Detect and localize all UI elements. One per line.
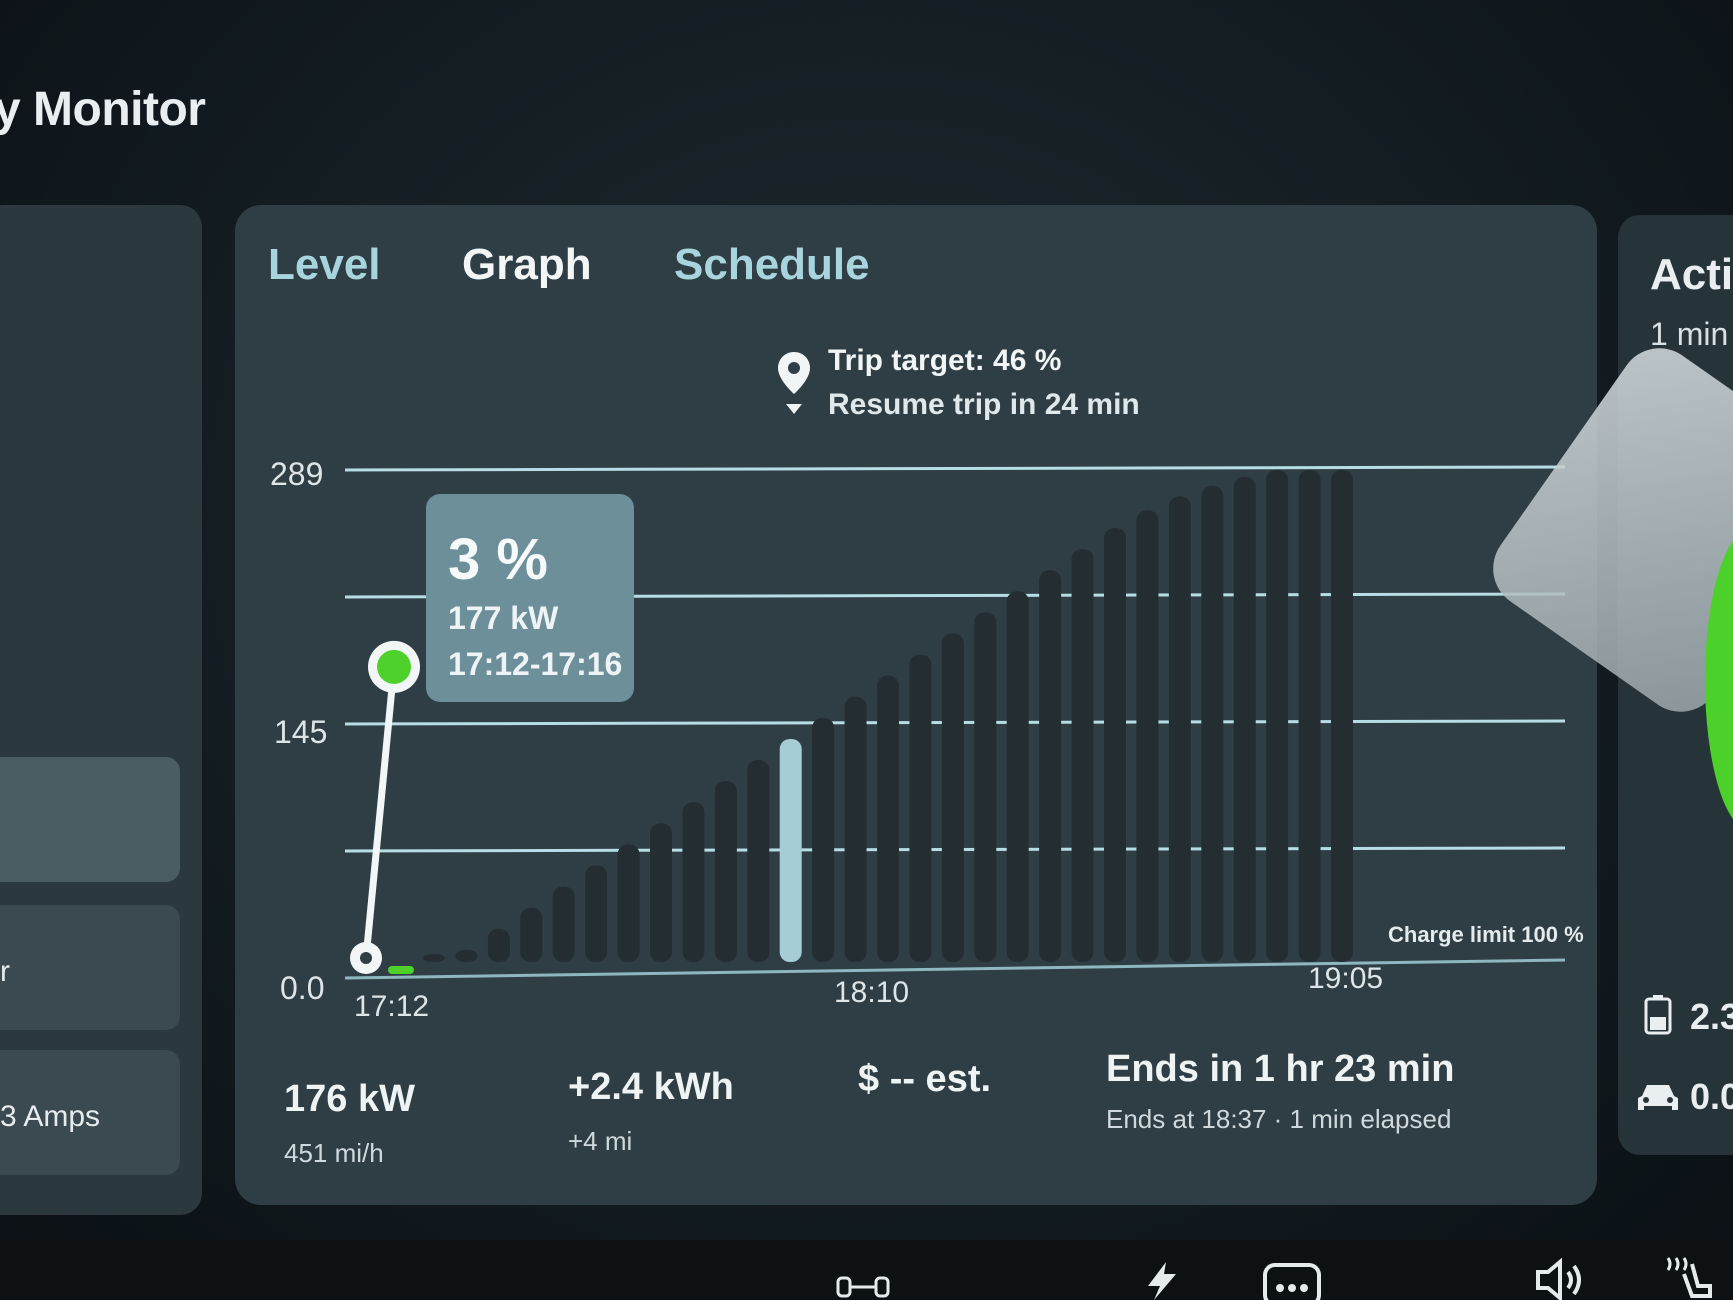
charge-bar-24 — [1201, 485, 1224, 962]
charge-bar-26 — [1266, 470, 1289, 962]
y-tick-bottom: 0.0 — [280, 970, 325, 1006]
charge-bar-28 — [1331, 470, 1353, 962]
charge-bar-10 — [747, 760, 770, 962]
stat-ends-in: Ends in 1 hr 23 min — [1106, 1048, 1455, 1090]
charge-graph[interactable] — [0, 0, 1733, 1300]
charge-bar-2 — [487, 928, 510, 962]
stat-cost: $ -- est. — [858, 1058, 992, 1100]
charge-bar-6 — [617, 844, 640, 962]
charge-bar-16 — [941, 633, 964, 962]
right-value-1: 2.3 — [1690, 996, 1733, 1037]
start-point-center — [360, 952, 372, 964]
power-line — [350, 640, 420, 974]
charge-bar-11 — [779, 738, 802, 962]
x-tick-mid: 18:10 — [834, 976, 910, 1009]
x-tick-start: 17:12 — [354, 990, 430, 1023]
volume-icon[interactable] — [1534, 1258, 1590, 1300]
y-tick-mid: 145 — [274, 714, 328, 750]
stat-ends-at: Ends at 18:37 · 1 min elapsed — [1106, 1104, 1452, 1134]
charge-bar-7 — [650, 823, 672, 962]
charge-bar-17 — [974, 612, 997, 962]
charge-bar-13 — [844, 696, 867, 962]
power-line-segment — [362, 663, 398, 962]
right-value-2: 0.0 — [1690, 1076, 1733, 1117]
charge-bar-5 — [585, 865, 608, 962]
tooltip-percent: 3 % — [448, 527, 548, 592]
sensor-icon[interactable] — [836, 1274, 890, 1300]
charge-bar-4 — [552, 886, 575, 962]
bolt-icon[interactable] — [1142, 1262, 1182, 1300]
seat-heat-icon[interactable] — [1662, 1256, 1714, 1300]
charge-bar-8 — [682, 802, 705, 962]
tooltip-power: 177 kW — [448, 600, 559, 636]
y-tick-top: 289 — [270, 456, 324, 492]
charge-bar-23 — [1168, 496, 1191, 962]
stat-range: +4 mi — [568, 1126, 633, 1156]
tooltip-time: 17:12-17:16 — [448, 646, 623, 682]
charge-bar-19 — [1039, 570, 1062, 962]
charge-bar-0 — [423, 954, 445, 962]
car-icon — [1638, 1085, 1678, 1110]
charge-limit-label: Charge limit 100 % — [1388, 922, 1584, 947]
x-tick-end: 19:05 — [1308, 962, 1384, 995]
charge-bar-25 — [1233, 477, 1256, 962]
charge-bar-9 — [714, 781, 737, 962]
graph-tooltip: 3 % 177 kW 17:12-17:16 — [426, 494, 634, 702]
charge-bar-3 — [520, 907, 543, 962]
right-panel-title: Activ — [1650, 250, 1733, 299]
current-segment — [388, 966, 414, 974]
charge-bar-15 — [909, 654, 932, 962]
current-point — [377, 649, 411, 684]
gridline-0 — [344, 465, 1566, 472]
charge-bar-18 — [1006, 591, 1029, 962]
stat-power: 176 kW — [284, 1078, 415, 1120]
stat-energy: +2.4 kWh — [568, 1066, 734, 1108]
battery-icon — [1644, 995, 1672, 1035]
charge-bar-22 — [1136, 510, 1159, 962]
charge-bar-1 — [455, 949, 478, 962]
charge-bar-12 — [812, 717, 835, 962]
charge-bar-27 — [1298, 470, 1321, 962]
right-panel-subtitle: 1 min — [1650, 316, 1729, 352]
charge-bar-14 — [877, 675, 899, 962]
charge-bar-21 — [1104, 528, 1126, 962]
charge-bar-20 — [1071, 549, 1094, 962]
stat-rate: 451 mi/h — [284, 1138, 384, 1168]
more-icon[interactable] — [1262, 1262, 1322, 1300]
